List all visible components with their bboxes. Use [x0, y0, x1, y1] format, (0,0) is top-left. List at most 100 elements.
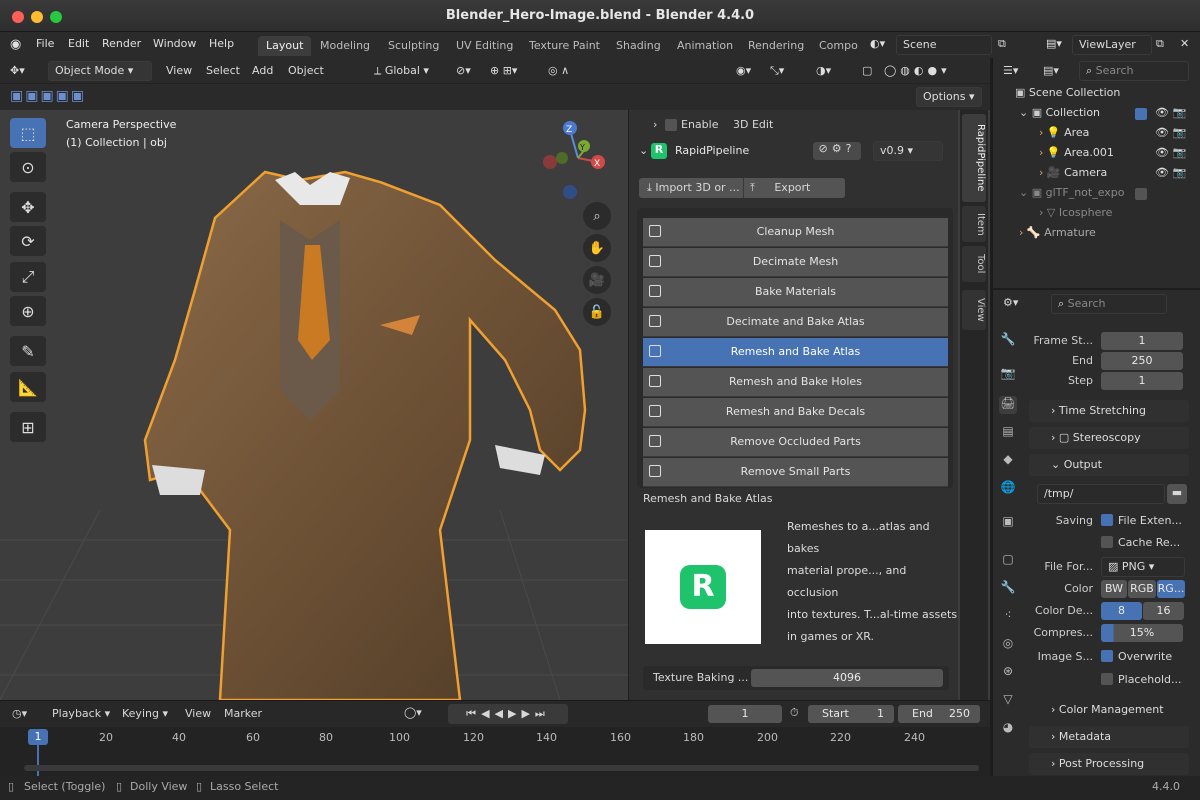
- modifier-tab-icon[interactable]: 🔧: [999, 580, 1017, 598]
- annotate-tool-icon[interactable]: ✎: [10, 336, 46, 366]
- lock-view-icon[interactable]: 🔓: [583, 298, 611, 326]
- tab-layout[interactable]: Layout: [258, 36, 312, 56]
- visibility-eye-icon[interactable]: 👁 📷: [1155, 126, 1186, 139]
- remesh-bake-atlas-button[interactable]: Remesh and Bake Atlas: [643, 338, 948, 367]
- data-tab-icon[interactable]: ▽: [999, 692, 1017, 710]
- output-tab-icon[interactable]: 🖨: [999, 396, 1017, 414]
- outliner-row-area[interactable]: › 💡 Area 👁 📷: [993, 126, 1200, 146]
- properties-search-input[interactable]: ⌕ Search: [1051, 294, 1167, 314]
- visibility-eye-icon[interactable]: 👁 📷: [1155, 166, 1186, 179]
- tab-modeling[interactable]: Modeling: [312, 36, 378, 56]
- add-cube-tool-icon[interactable]: ⊞: [10, 412, 46, 442]
- decimate-bake-atlas-button[interactable]: Decimate and Bake Atlas: [643, 308, 948, 337]
- export-button[interactable]: ⤒ Export: [743, 178, 845, 198]
- properties-editor-icon[interactable]: ⚙▾: [1003, 296, 1018, 309]
- proportional-edit-icon[interactable]: ◎ ∧: [548, 64, 569, 77]
- tab-compositing[interactable]: Compo: [811, 36, 866, 56]
- selection-mode-icons[interactable]: ▣▣▣▣▣: [10, 88, 86, 104]
- move-tool-icon[interactable]: ✥: [10, 192, 46, 222]
- playback-menu[interactable]: Playback ▾: [52, 707, 110, 720]
- options-dropdown[interactable]: Options ▾: [916, 87, 982, 107]
- menu-select[interactable]: Select: [206, 64, 240, 77]
- material-tab-icon[interactable]: ◕: [999, 720, 1017, 738]
- rotate-tool-icon[interactable]: ⟳: [10, 226, 46, 256]
- preview-range-icon[interactable]: ⏱: [790, 706, 799, 720]
- zoom-view-icon[interactable]: ⌕: [583, 202, 611, 230]
- tool-tab-icon[interactable]: 🔧: [999, 332, 1017, 350]
- object-tab-icon[interactable]: ▢: [999, 552, 1017, 570]
- collection-tab-icon[interactable]: ▣: [999, 514, 1017, 532]
- mode-dropdown[interactable]: Object Mode ▾: [48, 61, 152, 81]
- menu-help[interactable]: Help: [209, 37, 234, 50]
- color-rgb-option[interactable]: RGB: [1128, 580, 1156, 598]
- scene-name-field[interactable]: Scene: [896, 35, 992, 55]
- keying-menu[interactable]: Keying ▾: [122, 707, 168, 720]
- visibility-icon[interactable]: ◉▾: [736, 64, 751, 77]
- output-path-field[interactable]: /tmp/: [1037, 484, 1165, 504]
- view-layer-field[interactable]: ViewLayer: [1072, 35, 1152, 55]
- stereoscopy-section[interactable]: › ▢ Stereoscopy: [1029, 427, 1189, 449]
- remove-view-layer-icon[interactable]: ✕: [1180, 37, 1189, 50]
- menu-window[interactable]: Window: [153, 37, 196, 50]
- pan-view-icon[interactable]: ✋: [583, 234, 611, 262]
- menu-object[interactable]: Object: [288, 64, 324, 77]
- constraints-tab-icon[interactable]: ⊛: [999, 664, 1017, 682]
- include-checkbox[interactable]: [1135, 108, 1147, 120]
- outliner-row-collection[interactable]: ⌄ ▣ Collection 👁 📷: [993, 106, 1200, 126]
- bake-materials-button[interactable]: Bake Materials: [643, 278, 948, 307]
- overwrite-checkbox[interactable]: [1101, 650, 1113, 662]
- tab-item[interactable]: Item: [962, 206, 986, 242]
- editor-type-icon[interactable]: ✥▾: [10, 64, 25, 77]
- display-mode-icon[interactable]: ▤▾: [1043, 64, 1059, 77]
- decimate-mesh-button[interactable]: Decimate Mesh: [643, 248, 948, 277]
- frame-step-field[interactable]: 1: [1101, 372, 1183, 390]
- color-bw-option[interactable]: BW: [1101, 580, 1127, 598]
- outliner-row-gltf[interactable]: ⌄ ▣ glTF_not_expo: [993, 186, 1200, 206]
- menu-render[interactable]: Render: [102, 37, 141, 50]
- tab-rendering[interactable]: Rendering: [740, 36, 812, 56]
- outliner-search-input[interactable]: ⌕ Search: [1079, 61, 1189, 81]
- outliner-editor-icon[interactable]: ☰▾: [1003, 64, 1018, 77]
- scene-selector-icon[interactable]: ◐▾: [870, 37, 885, 50]
- outliner-row-armature[interactable]: › 🦴 Armature: [993, 226, 1200, 246]
- addon-settings-icons[interactable]: ⊘⚙?: [813, 142, 861, 160]
- select-box-tool-icon[interactable]: ⬚: [10, 118, 46, 148]
- placeholders-checkbox[interactable]: [1101, 673, 1113, 685]
- tab-rapidpipeline[interactable]: RapidPipeline: [962, 114, 986, 202]
- file-format-dropdown[interactable]: ▨ PNG ▾: [1101, 557, 1185, 577]
- overlays-icon[interactable]: ◑▾: [816, 64, 831, 77]
- enable-checkbox[interactable]: [665, 119, 677, 131]
- texture-baking-field[interactable]: 4096: [751, 669, 943, 687]
- remove-occluded-parts-button[interactable]: Remove Occluded Parts: [643, 428, 948, 457]
- timeline-scrollbar[interactable]: [24, 765, 979, 771]
- visibility-eye-icon[interactable]: 👁 📷: [1155, 106, 1186, 119]
- view-layer-tab-icon[interactable]: ▤: [999, 424, 1017, 442]
- menu-edit[interactable]: Edit: [68, 37, 89, 50]
- time-stretching-section[interactable]: › Time Stretching: [1029, 400, 1189, 422]
- shading-modes-icon[interactable]: ◯◍◐●▾: [884, 64, 951, 77]
- include-checkbox[interactable]: [1135, 188, 1147, 200]
- collapse-chevron-icon[interactable]: ⌄: [639, 144, 648, 157]
- visibility-eye-icon[interactable]: 👁 📷: [1155, 146, 1186, 159]
- pivot-icon[interactable]: ⊘▾: [456, 64, 471, 77]
- physics-tab-icon[interactable]: ◎: [999, 636, 1017, 654]
- tab-uv-editing[interactable]: UV Editing: [448, 36, 521, 56]
- tab-view[interactable]: View: [962, 290, 986, 330]
- folder-icon[interactable]: ▬: [1167, 484, 1187, 504]
- menu-file[interactable]: File: [36, 37, 54, 50]
- tab-tool[interactable]: Tool: [962, 246, 986, 282]
- outliner-row-area-001[interactable]: › 💡 Area.001 👁 📷: [993, 146, 1200, 166]
- playhead[interactable]: 1: [28, 729, 48, 745]
- tab-sculpting[interactable]: Sculpting: [380, 36, 447, 56]
- depth-16-option[interactable]: 16: [1143, 602, 1184, 620]
- outliner-row-scene-collection[interactable]: ▣ Scene Collection: [993, 86, 1200, 106]
- measure-tool-icon[interactable]: 📐: [10, 372, 46, 402]
- tab-texture-paint[interactable]: Texture Paint: [521, 36, 608, 56]
- marker-menu[interactable]: Marker: [224, 707, 262, 720]
- cleanup-mesh-button[interactable]: Cleanup Mesh: [643, 218, 948, 247]
- auto-key-icon[interactable]: ◯▾: [404, 706, 422, 719]
- compression-slider[interactable]: 15%: [1101, 624, 1183, 642]
- file-extension-checkbox[interactable]: [1101, 514, 1113, 526]
- snap-icon[interactable]: ⊕ ⊞▾: [490, 64, 517, 77]
- frame-end-field[interactable]: 250: [1101, 352, 1183, 370]
